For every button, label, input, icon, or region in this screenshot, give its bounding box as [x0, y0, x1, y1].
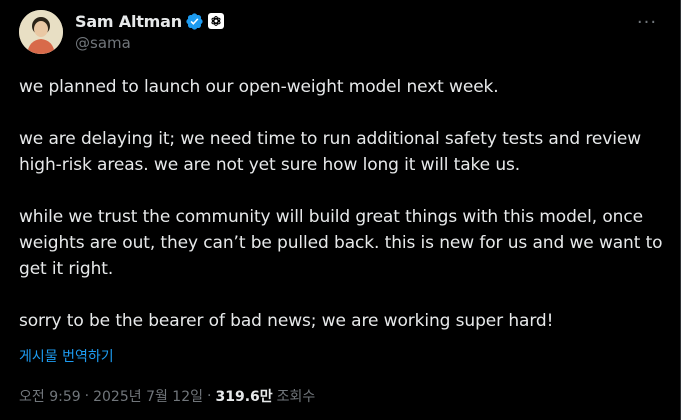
post-paragraph: we planned to launch our open-weight mod… — [19, 77, 499, 97]
post-text: we planned to launch our open-weight mod… — [19, 74, 669, 334]
avatar-image — [19, 10, 63, 54]
post-paragraph: while we trust the community will build … — [19, 207, 663, 279]
post-paragraph: we are delaying it; we need time to run … — [19, 129, 641, 175]
author-display-name[interactable]: Sam Altman — [75, 12, 182, 31]
post-meta: 오전 9:59 · 2025년 7월 12일 · 319.6만 조회수 — [19, 386, 315, 406]
post-paragraph: sorry to be the bearer of bad news; we a… — [19, 311, 554, 331]
openai-logo-icon[interactable] — [207, 13, 224, 29]
views-count[interactable]: 319.6만 — [215, 386, 272, 406]
post-date[interactable]: 2025년 7월 12일 — [93, 386, 203, 406]
author-handle[interactable]: @sama — [75, 34, 131, 52]
post-time[interactable]: 오전 9:59 — [19, 386, 81, 406]
author-name-row[interactable]: Sam Altman — [75, 10, 224, 32]
meta-separator: · — [207, 388, 212, 404]
views-label: 조회수 — [276, 389, 316, 405]
avatar[interactable] — [19, 10, 63, 54]
verified-check-icon[interactable] — [185, 12, 204, 31]
meta-separator: · — [84, 388, 90, 404]
more-icon[interactable]: ··· — [635, 10, 659, 34]
post-card: Sam Altman @sama ··· we planned to launc… — [0, 0, 681, 420]
translate-post-link[interactable]: 게시물 번역하기 — [19, 346, 114, 366]
